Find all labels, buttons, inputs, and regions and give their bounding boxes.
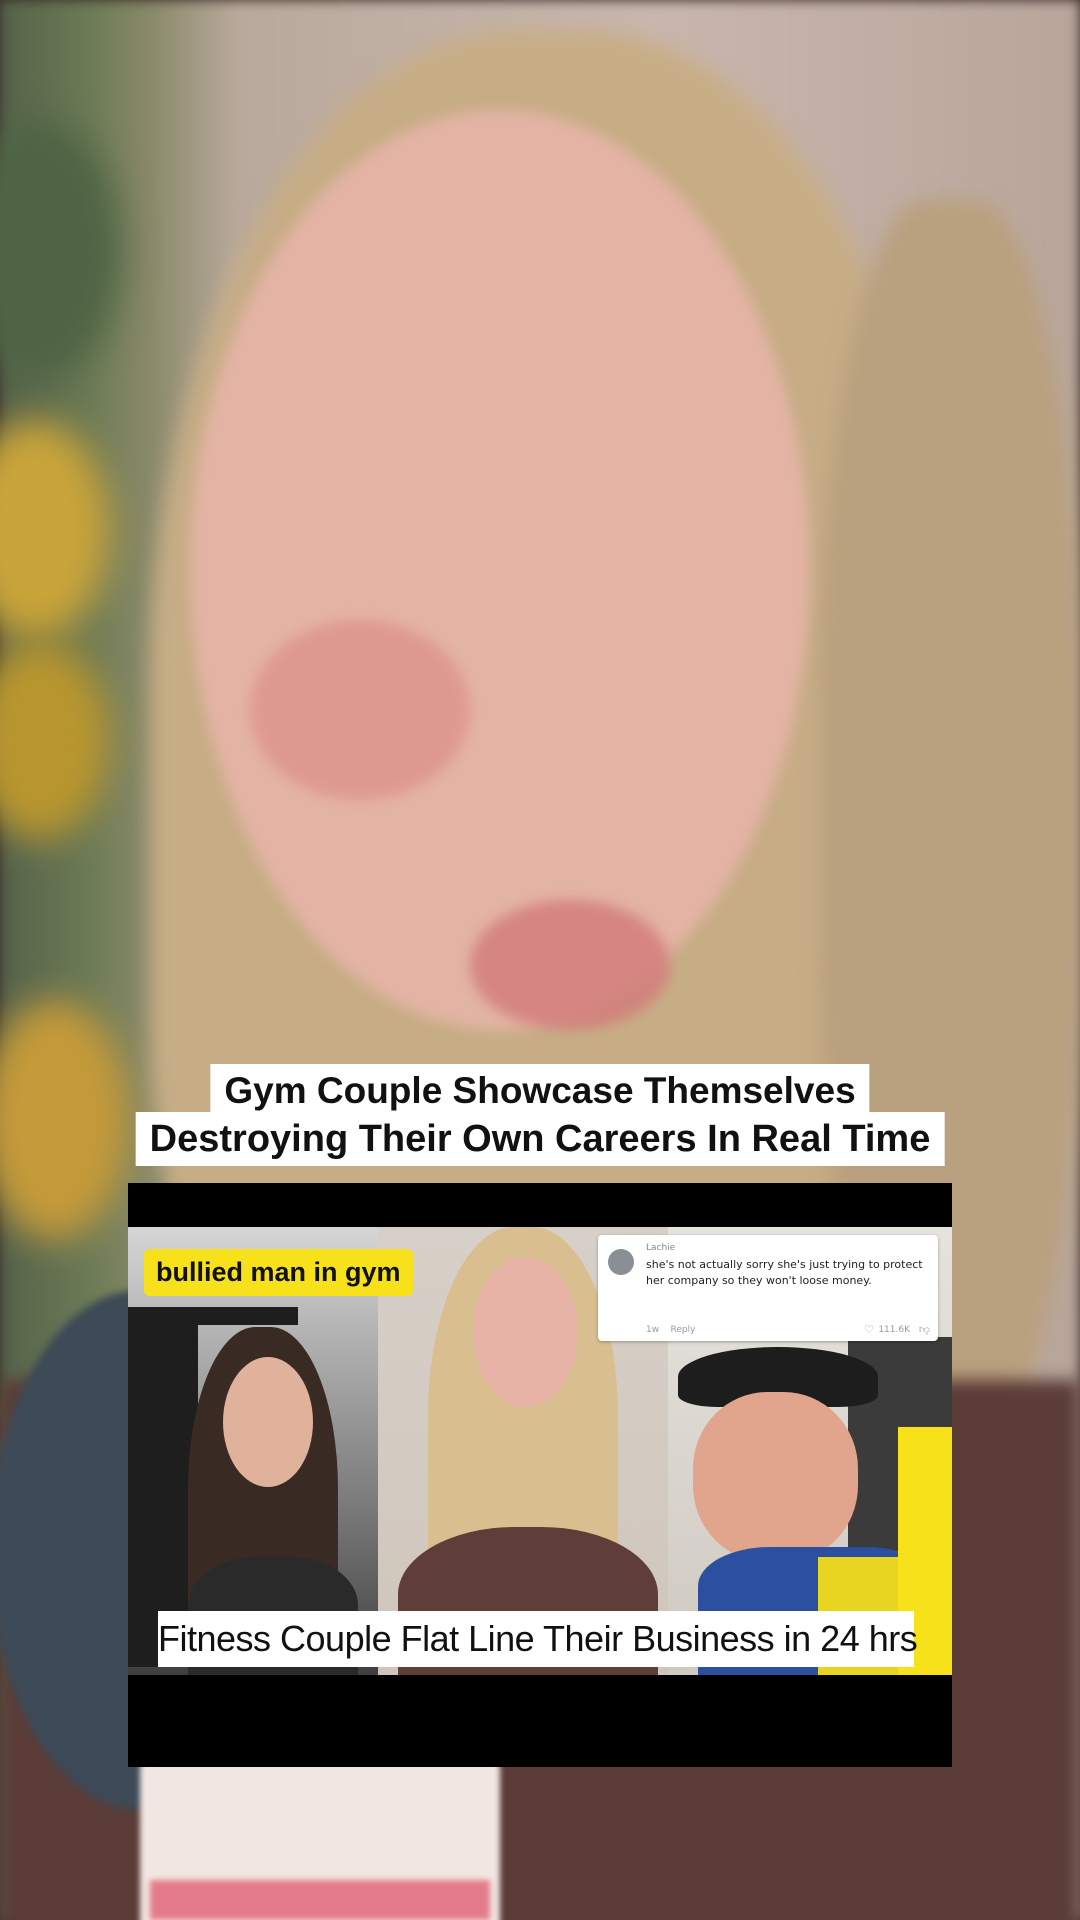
- commenter-avatar: [608, 1249, 634, 1275]
- comment-meta: 1w Reply: [646, 1325, 695, 1335]
- embedded-video-thumbnail[interactable]: bullied man in gym Lachie she's not actu…: [128, 1183, 952, 1767]
- woman-face: [223, 1357, 313, 1487]
- commenter-username: Lachie: [646, 1243, 676, 1253]
- comment-card: Lachie she's not actually sorry she's ju…: [598, 1235, 938, 1341]
- video-title-line-1: Gym Couple Showcase Themselves: [210, 1064, 870, 1118]
- comment-text: she's not actually sorry she's just tryi…: [646, 1258, 923, 1287]
- creator-face: [473, 1257, 578, 1407]
- heart-icon: ♡: [864, 1323, 874, 1336]
- man-face: [693, 1392, 858, 1562]
- cup-band: [150, 1880, 490, 1920]
- dislike-icon: 👎︎: [918, 1323, 930, 1336]
- gym-rack-bar: [188, 1307, 298, 1325]
- subject-mouth: [470, 900, 670, 1030]
- subject-cheek: [250, 620, 470, 800]
- bullied-badge: bullied man in gym: [144, 1249, 413, 1296]
- letterbox-bottom: [128, 1675, 952, 1767]
- comment-likes: 111.6K: [878, 1325, 910, 1335]
- comment-reply: Reply: [670, 1325, 696, 1335]
- comment-time: 1w: [646, 1325, 660, 1335]
- letterbox-top: [128, 1183, 952, 1227]
- video-title-line-2: Destroying Their Own Careers In Real Tim…: [135, 1112, 945, 1166]
- thumbnail-headline: Fitness Couple Flat Line Their Business …: [158, 1611, 918, 1667]
- thumbnail-frame: bullied man in gym Lachie she's not actu…: [128, 1227, 952, 1675]
- subject-face: [190, 110, 810, 1030]
